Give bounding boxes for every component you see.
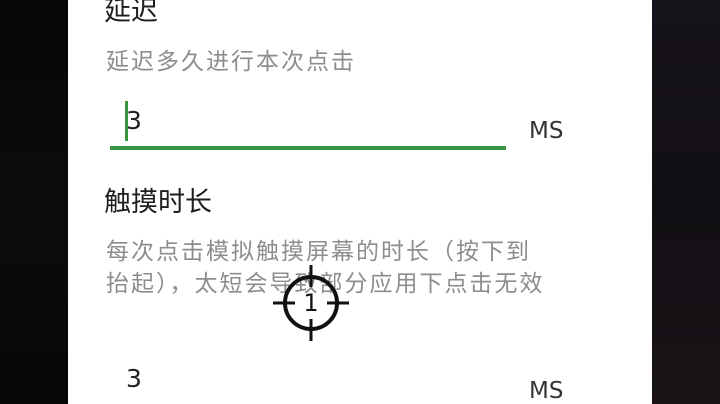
delay-unit: MS — [529, 118, 564, 144]
delay-description: 延迟多久进行本次点击 — [106, 49, 356, 75]
delay-input[interactable]: 3 — [110, 100, 506, 150]
touch-duration-input-value: 3 — [126, 364, 142, 393]
delay-input-underline — [110, 146, 506, 150]
background-right — [652, 0, 720, 404]
background-left — [0, 0, 68, 404]
touch-duration-title: 触摸时长 — [104, 187, 212, 218]
settings-panel: 延迟 延迟多久进行本次点击 3 MS 触摸时长 每次点击模拟触摸屏幕的时长（按下… — [68, 0, 652, 404]
crosshair-target-icon[interactable]: 1 — [271, 263, 351, 343]
crosshair-index-label: 1 — [303, 289, 318, 317]
delay-input-value: 3 — [126, 106, 142, 135]
touch-duration-unit: MS — [529, 378, 564, 404]
text-cursor — [125, 101, 128, 141]
delay-title: 延迟 — [104, 0, 158, 27]
touch-duration-input[interactable]: 3 — [110, 358, 506, 404]
